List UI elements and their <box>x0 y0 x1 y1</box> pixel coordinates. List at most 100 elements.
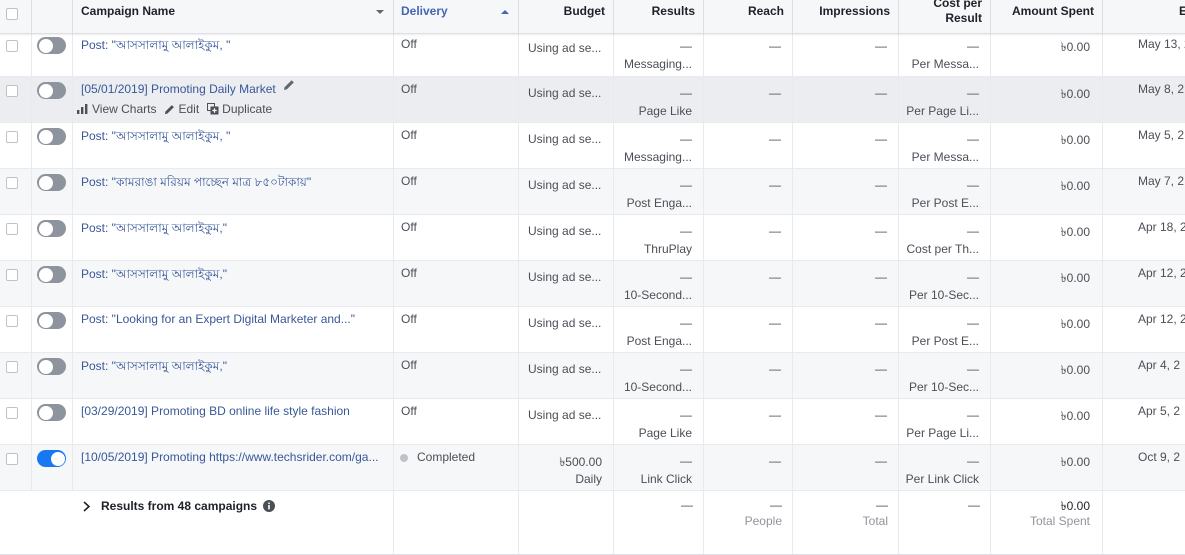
campaign-on-off-toggle[interactable] <box>37 404 66 421</box>
campaign-name-header[interactable]: Campaign Name <box>73 0 394 33</box>
campaign-on-off-toggle[interactable] <box>37 128 66 145</box>
results-type: Post Enga... <box>626 334 692 348</box>
reach-value: — <box>769 408 781 422</box>
budget-period: Daily <box>575 472 602 486</box>
toggle-knob <box>50 451 65 466</box>
table-row[interactable]: Post: "কামরাঙা মরিয়ম পাচ্ছেন মাত্র ৮৫০ট… <box>0 169 1185 215</box>
sort-ascending-icon[interactable] <box>501 10 509 14</box>
row-checkbox[interactable] <box>6 361 18 373</box>
budget-value: Using ad se... <box>528 270 602 284</box>
campaign-name-header-label: Campaign Name <box>81 4 176 18</box>
reach-header[interactable]: Reach <box>704 0 793 33</box>
impressions-cell: — <box>793 215 899 260</box>
impressions-header[interactable]: Impressions <box>793 0 899 33</box>
row-checkbox[interactable] <box>6 131 18 143</box>
table-row[interactable]: Post: "আসসালামু আলাইকুম, " Off Using ad se… <box>0 34 1185 77</box>
row-checkbox[interactable] <box>6 269 18 281</box>
table-row[interactable]: Post: "আসসালামু আলাইকুম," Off Using ad se.… <box>0 261 1185 307</box>
budget-header[interactable]: Budget <box>519 0 614 33</box>
summary-impressions-cell: — Total <box>793 491 899 554</box>
campaign-name-link[interactable]: [03/29/2019] Promoting BD online life st… <box>81 404 350 418</box>
table-row[interactable]: Post: "আসসালামু আলাইকুম, " Off Using ad se… <box>0 123 1185 169</box>
budget-value: ৳500.00 <box>559 455 602 469</box>
reach-header-label: Reach <box>747 4 784 18</box>
campaign-on-off-toggle[interactable] <box>37 220 66 237</box>
results-value: — <box>680 362 692 376</box>
reach-cell: — <box>704 77 793 122</box>
cost-per-result-header[interactable]: Cost per Result <box>899 0 991 33</box>
duplicate-link[interactable]: Duplicate <box>207 102 272 116</box>
campaign-name-link[interactable]: [10/05/2019] Promoting https://www.techs… <box>81 450 379 464</box>
campaign-on-off-toggle[interactable] <box>37 312 66 329</box>
toggle-knob <box>38 38 53 53</box>
ends-cell: May 13, 2 <box>1103 34 1185 76</box>
campaign-on-off-toggle[interactable] <box>37 358 66 375</box>
table-row[interactable]: [05/01/2019] Promoting Daily Market View … <box>0 77 1185 123</box>
delivery-header[interactable]: Delivery <box>394 0 519 33</box>
table-row[interactable]: [03/29/2019] Promoting BD online life st… <box>0 399 1185 445</box>
cpr-type: Per Messa... <box>911 150 979 164</box>
impressions-header-label: Impressions <box>819 4 890 18</box>
campaign-on-off-toggle[interactable] <box>37 82 66 99</box>
campaign-on-off-toggle[interactable] <box>37 266 66 283</box>
amount-spent-cell: ৳0.00 <box>991 123 1103 168</box>
results-cell: — Post Enga... <box>614 307 704 352</box>
budget-cell: Using ad se... <box>519 77 614 122</box>
campaign-name-link[interactable]: Post: "Looking for an Expert Digital Mar… <box>81 312 355 326</box>
results-type: Post Enga... <box>626 196 692 210</box>
info-icon[interactable] <box>263 500 275 512</box>
cpr-type: Per 10-Sec... <box>908 380 979 394</box>
table-row[interactable]: Post: "আসসালামু আলাইকুম," Off Using ad se.… <box>0 353 1185 399</box>
results-header[interactable]: Results <box>614 0 704 33</box>
row-checkbox[interactable] <box>6 40 18 52</box>
row-checkbox[interactable] <box>6 407 18 419</box>
row-checkbox[interactable] <box>6 315 18 327</box>
impressions-value: — <box>875 362 887 376</box>
results-value: — <box>680 132 692 146</box>
view-charts-link[interactable]: View Charts <box>77 102 156 116</box>
campaign-name-link[interactable]: Post: "আসসালামু আলাইকুম, " <box>81 37 230 57</box>
campaign-on-off-toggle[interactable] <box>37 37 66 54</box>
campaign-on-off-toggle[interactable] <box>37 450 66 467</box>
amount-spent-header[interactable]: Amount Spent <box>991 0 1103 33</box>
campaign-name-link[interactable]: Post: "আসসালামু আলাইকুম," <box>81 220 227 240</box>
summary-row: Results from 48 campaigns — — People — T… <box>0 491 1185 555</box>
table-row[interactable]: Post: "আসসালামু আলাইকুম," Off Using ad se.… <box>0 215 1185 261</box>
cpr-type: Per Page Li... <box>906 104 979 118</box>
toggle-knob <box>38 83 53 98</box>
edit-link[interactable]: Edit <box>164 102 199 116</box>
chevron-right-icon[interactable] <box>83 501 90 512</box>
campaign-name-link[interactable]: Post: "কামরাঙা মরিয়ম পাচ্ছেন মাত্র ৮৫০ট… <box>81 174 311 194</box>
results-value: — <box>680 316 692 330</box>
impressions-cell: — <box>793 123 899 168</box>
reach-cell: — <box>704 261 793 306</box>
results-cell: — 10-Second... <box>614 353 704 398</box>
edit-name-pencil-icon[interactable] <box>283 79 295 91</box>
row-checkbox[interactable] <box>6 223 18 235</box>
table-row[interactable]: [10/05/2019] Promoting https://www.techs… <box>0 445 1185 491</box>
campaign-name-link[interactable]: Post: "আসসালামু আলাইকুম," <box>81 358 227 378</box>
budget-cell: Using ad se... <box>519 307 614 352</box>
row-actions: View Charts Edit Duplicate <box>77 102 272 116</box>
summary-name-cell[interactable]: Results from 48 campaigns <box>73 491 394 554</box>
campaign-name-link[interactable]: Post: "আসসালামু আলাইকুম," <box>81 266 227 286</box>
row-checkbox[interactable] <box>6 177 18 189</box>
select-all-cell <box>0 0 32 33</box>
cpr-value: — <box>967 178 979 192</box>
ends-header[interactable]: E <box>1103 0 1185 33</box>
table-row[interactable]: Post: "Looking for an Expert Digital Mar… <box>0 307 1185 353</box>
summary-amount-sub: Total Spent <box>1029 514 1090 528</box>
row-checkbox[interactable] <box>6 85 18 97</box>
campaign-name-cell: Post: "আসসালামু আলাইকুম," <box>73 353 394 398</box>
column-menu-caret-icon[interactable] <box>376 10 384 14</box>
row-checkbox[interactable] <box>6 453 18 465</box>
select-all-checkbox[interactable] <box>6 8 18 20</box>
campaign-on-off-toggle[interactable] <box>37 174 66 191</box>
campaign-name-link[interactable]: Post: "আসসালামু আলাইকুম, " <box>81 128 230 148</box>
end-date: Apr 4, 2 <box>1138 358 1181 372</box>
campaign-name-link[interactable]: [05/01/2019] Promoting Daily Market <box>81 82 276 96</box>
budget-cell: ৳500.00 Daily <box>519 445 614 490</box>
reach-value: — <box>769 132 781 146</box>
reach-cell: — <box>704 353 793 398</box>
ends-cell: May 5, 2 <box>1103 123 1185 168</box>
